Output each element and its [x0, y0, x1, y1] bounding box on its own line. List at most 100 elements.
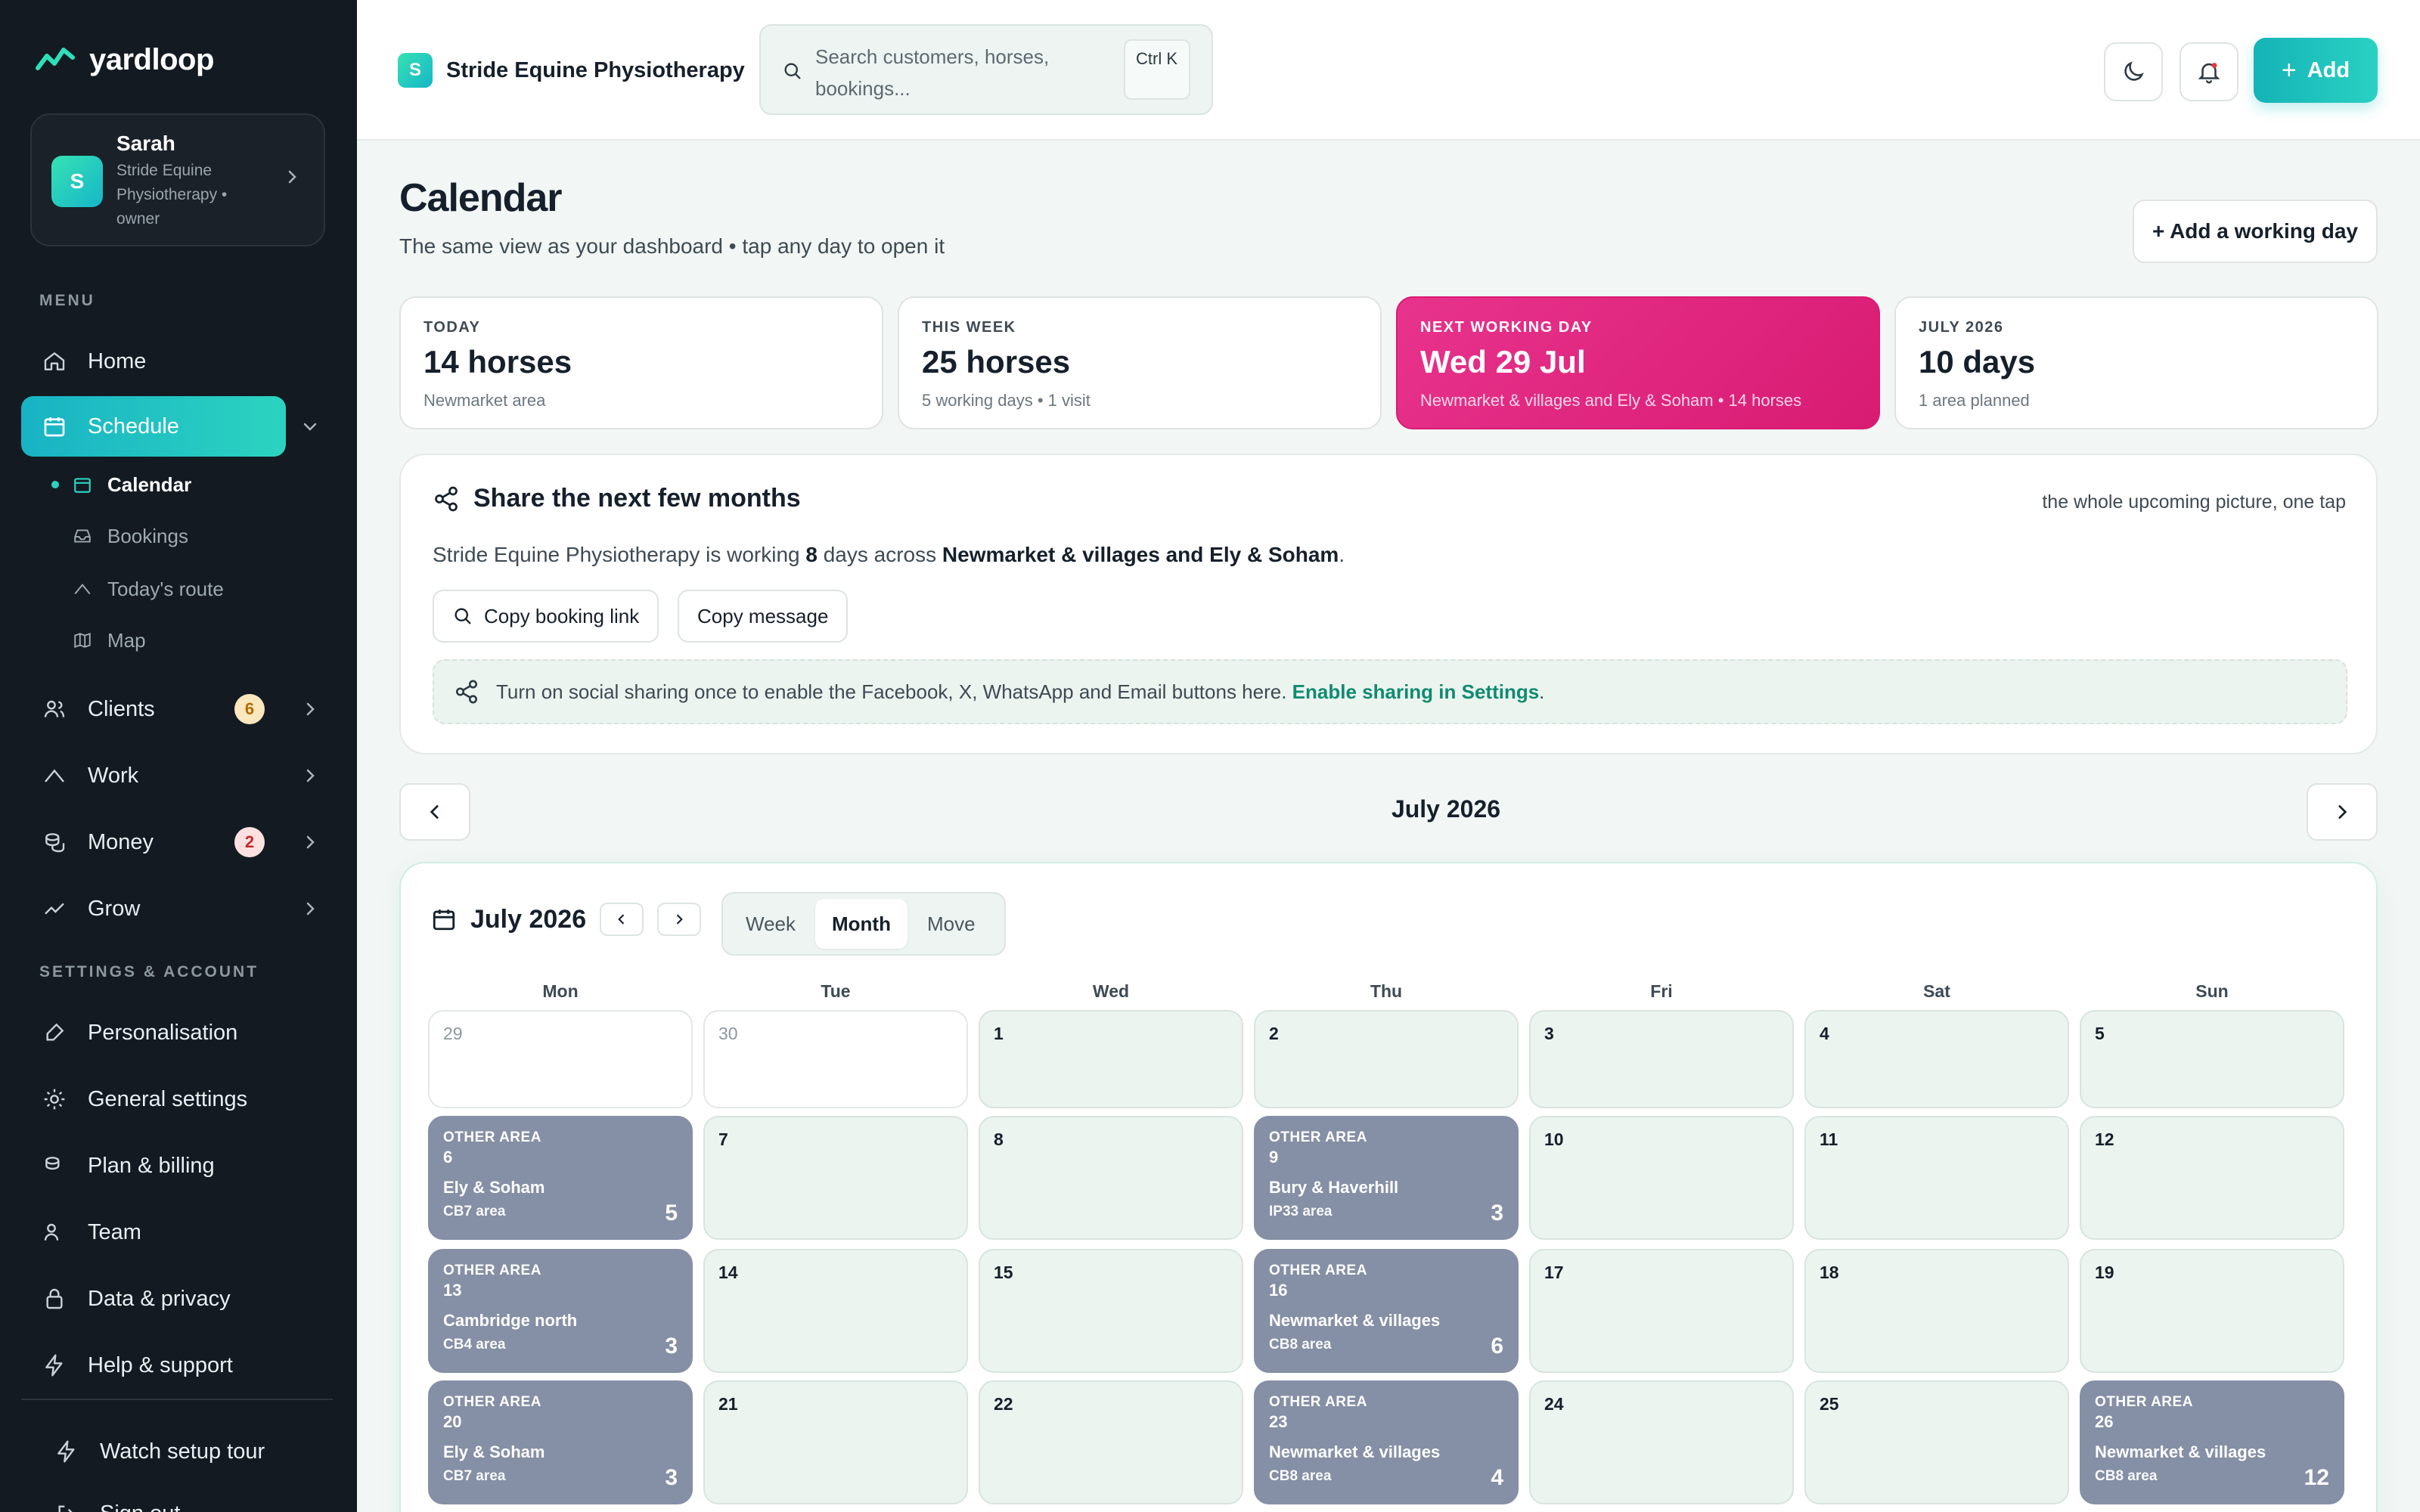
sidebar-item-data-privacy[interactable]: Data & privacy: [21, 1269, 286, 1329]
view-option-month[interactable]: Month: [815, 899, 908, 949]
calendar-next-button[interactable]: [657, 903, 702, 936]
calendar-day-working[interactable]: OTHER AREA 16 Newmarket & villages CB8 area…: [1254, 1249, 1519, 1373]
share-days: 8: [805, 543, 818, 566]
chevron-down-icon[interactable]: [301, 417, 319, 435]
calendar-day[interactable]: 30: [703, 1010, 968, 1108]
sidebar-item-grow[interactable]: Grow: [21, 878, 286, 939]
sidebar-item-home[interactable]: Home: [21, 331, 286, 392]
calendar-icon: [71, 473, 94, 496]
sidebar-item-label: General settings: [88, 1086, 248, 1111]
day-number: 15: [994, 1263, 1013, 1282]
sidebar-item-work[interactable]: Work: [21, 745, 286, 806]
settings-section-label: SETTINGS & ACCOUNT: [39, 963, 259, 981]
notifications-button[interactable]: [2180, 42, 2238, 101]
calendar-day[interactable]: 12: [2080, 1116, 2344, 1240]
current-month-label: July 2026: [1391, 795, 1501, 823]
top-bar: S Stride Equine Physiotherapy Search cus…: [357, 0, 2420, 141]
bell-icon: [2198, 63, 2220, 84]
button-label: Copy booking link: [484, 604, 640, 627]
weekday-header: Mon: [542, 981, 579, 1001]
add-button[interactable]: + Add: [2254, 38, 2378, 103]
sidebar-item-label: Sign out: [100, 1501, 180, 1512]
calendar-day[interactable]: 3: [1529, 1010, 1794, 1108]
sidebar-subitem-label: Today's route: [107, 577, 224, 600]
watch-setup-tour[interactable]: Watch setup tour: [33, 1421, 298, 1482]
business-switcher[interactable]: S Stride Equine Physiotherapy: [398, 53, 745, 88]
sign-out[interactable]: Sign out: [33, 1483, 298, 1512]
day-number: 25: [1820, 1394, 1839, 1414]
home-icon: [41, 348, 68, 375]
sidebar-item-general-settings[interactable]: General settings: [21, 1069, 286, 1129]
calendar-day-working[interactable]: OTHER AREA 9 Bury & Haverhill IP33 area 3: [1254, 1116, 1519, 1240]
sidebar-item-label: Work: [88, 763, 139, 788]
add-working-day-button[interactable]: + Add a working day: [2133, 200, 2378, 263]
sidebar-item-personalisation[interactable]: Personalisation: [21, 1002, 286, 1063]
calendar-day-working[interactable]: OTHER AREA 26 Newmarket & villages CB8 area…: [2080, 1380, 2344, 1504]
calendar-day[interactable]: 1: [979, 1010, 1243, 1108]
calendar-day[interactable]: 11: [1804, 1116, 2069, 1240]
calendar-day[interactable]: 24: [1529, 1380, 1794, 1504]
sidebar-subitem-calendar[interactable]: Calendar: [71, 466, 191, 503]
day-horse-count: 12: [2304, 1465, 2329, 1490]
sidebar-item-label: Money: [88, 829, 154, 854]
calendar-day[interactable]: 14: [703, 1249, 968, 1373]
calendar-day[interactable]: 29: [428, 1010, 693, 1108]
enable-sharing-link[interactable]: Enable sharing in Settings: [1292, 680, 1540, 703]
sidebar-item-schedule[interactable]: Schedule: [21, 396, 286, 457]
calendar-day[interactable]: 7: [703, 1116, 968, 1240]
day-number: 24: [1544, 1394, 1564, 1414]
view-option-move[interactable]: Move: [911, 899, 992, 949]
search-input[interactable]: Search customers, horses, bookings... Ct…: [759, 24, 1213, 115]
day-postcode: CB7 area: [443, 1204, 506, 1219]
calendar-day[interactable]: 5: [2080, 1010, 2344, 1108]
copy-message-button[interactable]: Copy message: [678, 590, 849, 643]
calendar-day[interactable]: 4: [1804, 1010, 2069, 1108]
brand-name: yardloop: [89, 42, 214, 76]
next-month-button[interactable]: [2307, 783, 2378, 841]
stat-card-next-working-day[interactable]: NEXT WORKING DAY Wed 29 Jul Newmarket & …: [1396, 296, 1880, 429]
chevron-left-icon: [430, 805, 439, 819]
clients-count-badge: 6: [234, 694, 265, 724]
calendar-day[interactable]: 17: [1529, 1249, 1794, 1373]
lock-icon: [41, 1285, 68, 1312]
calendar-day[interactable]: 2: [1254, 1010, 1519, 1108]
sidebar-item-team[interactable]: Team: [21, 1202, 286, 1263]
share-header: Share the next few months: [433, 484, 801, 513]
calendar-day[interactable]: 19: [2080, 1249, 2344, 1373]
day-postcode: CB8 area: [1269, 1468, 1332, 1484]
calendar-day[interactable]: 25: [1804, 1380, 2069, 1504]
calendar-day[interactable]: 18: [1804, 1249, 2069, 1373]
share-text-part: days across: [817, 543, 942, 566]
calendar-day[interactable]: 15: [979, 1249, 1243, 1373]
stat-card-this-week[interactable]: THIS WEEK 25 horses 5 working days • 1 v…: [898, 296, 1382, 429]
users-icon: [41, 696, 68, 723]
calendar-prev-button[interactable]: [600, 903, 644, 936]
day-area-tag: OTHER AREA: [2095, 1394, 2193, 1410]
calendar-day[interactable]: 10: [1529, 1116, 1794, 1240]
copy-booking-link-button[interactable]: Copy booking link: [433, 590, 659, 643]
calendar-day[interactable]: 8: [979, 1116, 1243, 1240]
sidebar-subitem-route[interactable]: Today's route: [71, 570, 224, 608]
calendar-day-working[interactable]: OTHER AREA 6 Ely & Soham CB7 area 5: [428, 1116, 693, 1240]
theme-toggle-button[interactable]: [2104, 42, 2163, 101]
brand[interactable]: yardloop: [35, 39, 214, 80]
calendar-day-working[interactable]: OTHER AREA 23 Newmarket & villages CB8 area…: [1254, 1380, 1519, 1504]
share-summary: Stride Equine Physiotherapy is working 8…: [433, 543, 1345, 567]
view-option-week[interactable]: Week: [729, 899, 812, 949]
previous-month-button[interactable]: [399, 783, 470, 841]
sidebar-item-help[interactable]: Help & support: [21, 1335, 286, 1396]
sidebar-subitem-bookings[interactable]: Bookings: [71, 517, 188, 555]
stat-card-month[interactable]: JULY 2026 10 days 1 area planned: [1894, 296, 2378, 429]
calendar-day[interactable]: 21: [703, 1380, 968, 1504]
stat-detail: 5 working days • 1 visit: [922, 391, 1091, 410]
calendar-day[interactable]: 22: [979, 1380, 1243, 1504]
account-switcher[interactable]: S Sarah Stride Equine Physiotherapy • ow…: [30, 113, 325, 246]
stat-value: 10 days: [1919, 344, 2036, 380]
calendar-day-working[interactable]: OTHER AREA 20 Ely & Soham CB7 area 3: [428, 1380, 693, 1504]
sidebar-subitem-map[interactable]: Map: [71, 621, 146, 659]
sidebar-subitem-label: Calendar: [107, 472, 192, 496]
stat-card-today[interactable]: TODAY 14 horses Newmarket area: [399, 296, 883, 429]
calendar-day-working[interactable]: OTHER AREA 13 Cambridge north CB4 area 3: [428, 1249, 693, 1373]
sidebar: yardloop S Sarah Stride Equine Physiothe…: [0, 0, 357, 1512]
sidebar-item-plan-billing[interactable]: Plan & billing: [21, 1136, 286, 1196]
